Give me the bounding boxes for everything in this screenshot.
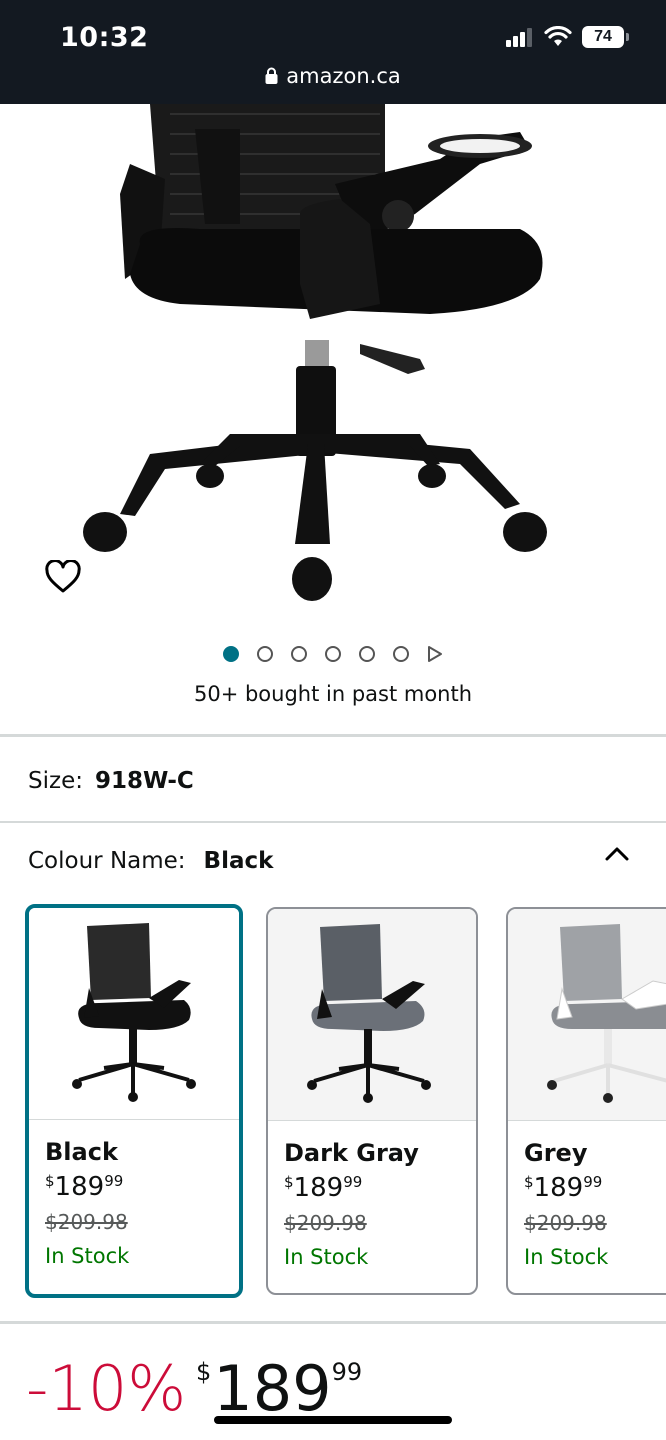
- carousel-dot-3[interactable]: [291, 646, 307, 662]
- chair-thumbnail: [307, 924, 431, 1103]
- clock: 10:32: [60, 22, 149, 53]
- colour-swatch-grey[interactable]: Grey $18999 $209.98 In Stock: [506, 907, 666, 1295]
- divider: [0, 734, 666, 737]
- size-label: Size:: [28, 768, 83, 794]
- swatch-name: Black: [45, 1138, 118, 1166]
- price-cents: 99: [331, 1358, 363, 1386]
- swatch-price: $18999: [524, 1173, 603, 1203]
- carousel-dot-2[interactable]: [257, 646, 273, 662]
- lock-icon: [265, 67, 278, 84]
- price-whole: 189: [213, 1352, 332, 1425]
- wifi-icon: [544, 26, 572, 46]
- carousel-dot-1[interactable]: [223, 646, 239, 662]
- home-indicator: [214, 1416, 452, 1424]
- swatch-old-price: $209.98: [45, 1210, 128, 1234]
- product-image[interactable]: [0, 104, 666, 614]
- url-text: amazon.ca: [286, 64, 401, 88]
- chevron-up-icon[interactable]: [604, 846, 630, 862]
- chair-thumbnail: [547, 924, 666, 1103]
- swatch-stock: In Stock: [524, 1245, 609, 1269]
- swatch-name: Dark Gray: [284, 1139, 419, 1167]
- swatch-stock: In Stock: [284, 1245, 369, 1269]
- swatch-name: Grey: [524, 1139, 588, 1167]
- carousel-dot-4[interactable]: [325, 646, 341, 662]
- carousel-dot-6[interactable]: [393, 646, 409, 662]
- swatch-price: $18999: [45, 1172, 124, 1202]
- system-icons: 74: [506, 26, 629, 48]
- status-bar: 10:32 74 amazon.ca: [0, 0, 666, 104]
- swatch-image: [268, 909, 476, 1121]
- signal-icon: [506, 28, 532, 47]
- bought-in-past-month: 50+ bought in past month: [193, 682, 473, 706]
- colour-row[interactable]: Colour Name: Black: [28, 848, 273, 874]
- swatch-image: [29, 908, 239, 1120]
- swatch-old-price: $209.98: [524, 1211, 607, 1235]
- colour-swatch-black[interactable]: Black $18999 $209.98 In Stock: [25, 904, 243, 1298]
- price-currency: $: [196, 1358, 212, 1386]
- main-price: $18999: [196, 1352, 362, 1425]
- battery-icon: 74: [582, 26, 629, 48]
- divider: [0, 821, 666, 823]
- swatch-stock: In Stock: [45, 1244, 130, 1268]
- size-row[interactable]: Size: 918W-C: [28, 768, 194, 794]
- discount-percent: -10%: [26, 1352, 187, 1425]
- colour-swatch-dark-gray[interactable]: Dark Gray $18999 $209.98 In Stock: [266, 907, 478, 1295]
- size-value: 918W-C: [94, 768, 194, 794]
- carousel-dot-5[interactable]: [359, 646, 375, 662]
- swatch-price: $18999: [284, 1173, 363, 1203]
- heart-icon[interactable]: [44, 560, 82, 594]
- office-chair-image: [83, 104, 547, 601]
- swatch-image: [508, 909, 666, 1121]
- colour-label: Colour Name:: [28, 848, 186, 874]
- colour-value: Black: [203, 848, 274, 874]
- chair-thumbnail: [72, 923, 196, 1102]
- video-play-icon[interactable]: [427, 645, 443, 663]
- swatch-old-price: $209.98: [284, 1211, 367, 1235]
- image-carousel-dots: [0, 645, 666, 663]
- url-bar[interactable]: amazon.ca: [0, 64, 666, 88]
- divider: [0, 1321, 666, 1324]
